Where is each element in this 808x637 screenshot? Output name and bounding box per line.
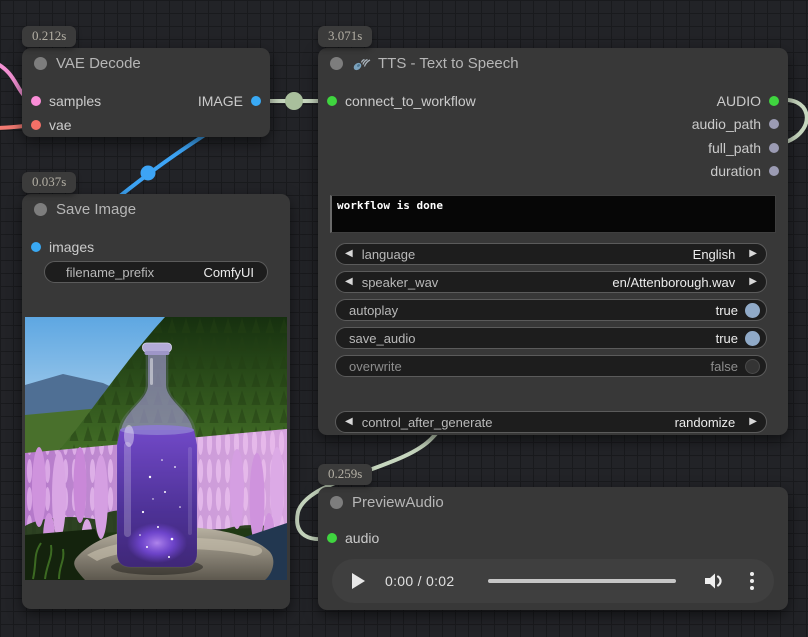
timing-badge-save-image: 0.037s	[22, 172, 76, 193]
playback-time: 0:00 / 0:02	[385, 573, 454, 589]
slot-label: samples	[49, 93, 101, 109]
node-title: PreviewAudio	[352, 494, 444, 511]
node-header: PreviewAudio	[318, 487, 788, 517]
output-slot-duration: duration	[710, 161, 779, 181]
widget-language[interactable]: ◀ language English ▶	[335, 243, 767, 265]
widget-label: filename_prefix	[66, 265, 154, 280]
player-menu-button[interactable]	[750, 572, 754, 590]
widget-label: speaker_wav	[362, 275, 439, 290]
port-images[interactable]	[31, 242, 41, 252]
widget-label: control_after_generate	[362, 415, 493, 430]
seek-bar[interactable]	[488, 579, 676, 583]
tts-status-textarea[interactable]: workflow is done	[330, 195, 776, 233]
node-title: VAE Decode	[56, 55, 141, 72]
collapse-toggle[interactable]	[34, 57, 47, 70]
slot-label: duration	[710, 163, 761, 179]
menu-dot	[750, 586, 754, 590]
widget-value: English	[693, 247, 736, 262]
widget-control-after-generate[interactable]: ◀ control_after_generate randomize ▶	[335, 411, 767, 433]
port-full-path-out[interactable]	[769, 143, 779, 153]
widget-value: randomize	[675, 415, 736, 430]
widget-value: true	[716, 331, 738, 346]
toggle-indicator[interactable]	[745, 359, 760, 374]
widget-overwrite[interactable]: overwrite false	[335, 355, 767, 377]
node-header: TTS - Text to Speech	[318, 48, 788, 78]
timing-badge-preview-audio: 0.259s	[318, 464, 372, 485]
widget-autoplay[interactable]: autoplay true	[335, 299, 767, 321]
combo-left-arrow-icon[interactable]: ◀	[345, 417, 353, 427]
timing-badge-vae-decode: 0.212s	[22, 26, 76, 47]
port-connect-to-workflow[interactable]	[327, 96, 337, 106]
collapse-toggle[interactable]	[330, 496, 343, 509]
slot-label: images	[49, 239, 94, 255]
node-title: TTS - Text to Speech	[378, 55, 519, 72]
node-title: Save Image	[56, 201, 136, 218]
timing-badge-tts: 3.071s	[318, 26, 372, 47]
volume-button[interactable]	[702, 571, 726, 591]
collapse-toggle[interactable]	[34, 203, 47, 216]
reroute-dot-sage[interactable]	[285, 92, 303, 110]
node-header: Save Image	[22, 194, 290, 224]
menu-dot	[750, 579, 754, 583]
port-audio-out[interactable]	[769, 96, 779, 106]
combo-left-arrow-icon[interactable]: ◀	[345, 277, 353, 287]
combo-right-arrow-icon[interactable]: ▶	[749, 277, 757, 287]
port-vae[interactable]	[31, 120, 41, 130]
audio-player: 0:00 / 0:02	[332, 559, 774, 603]
node-vae-decode[interactable]: VAE Decode samples vae IMAGE	[22, 48, 270, 137]
slot-label: connect_to_workflow	[345, 93, 476, 109]
generated-image-preview	[25, 317, 287, 580]
slot-label: vae	[49, 117, 72, 133]
node-header: VAE Decode	[22, 48, 270, 78]
combo-right-arrow-icon[interactable]: ▶	[749, 249, 757, 259]
widget-label: save_audio	[349, 331, 416, 346]
widget-value: false	[711, 359, 738, 374]
input-slot-images: images	[31, 237, 94, 257]
input-slot-samples: samples	[31, 91, 101, 111]
output-slot-full-path: full_path	[708, 138, 779, 158]
toggle-indicator[interactable]	[745, 303, 760, 318]
menu-dot	[750, 572, 754, 576]
widget-value: true	[716, 303, 738, 318]
port-audio[interactable]	[327, 533, 337, 543]
play-button[interactable]	[352, 573, 365, 589]
widget-label: language	[362, 247, 416, 262]
slot-label: IMAGE	[198, 93, 243, 109]
slot-label: audio	[345, 530, 379, 546]
port-duration-out[interactable]	[769, 166, 779, 176]
node-graph-canvas[interactable]: 0.212s 3.071s 0.037s 0.259s VAE Decode s…	[0, 0, 808, 637]
node-save-image[interactable]: Save Image images filename_prefix ComfyU…	[22, 194, 290, 609]
volume-icon	[702, 571, 726, 591]
output-slot-image: IMAGE	[198, 91, 261, 111]
output-slot-audio: AUDIO	[717, 91, 779, 111]
port-image-out[interactable]	[251, 96, 261, 106]
widget-save-audio[interactable]: save_audio true	[335, 327, 767, 349]
node-preview-audio[interactable]: PreviewAudio audio 0:00 / 0:02	[318, 487, 788, 610]
node-tts[interactable]: TTS - Text to Speech connect_to_workflow…	[318, 48, 788, 435]
widget-label: overwrite	[349, 359, 402, 374]
port-samples[interactable]	[31, 96, 41, 106]
speaker-waves-icon	[352, 55, 371, 72]
collapse-toggle[interactable]	[330, 57, 343, 70]
reroute-dot-blue[interactable]	[141, 166, 156, 181]
slot-label: AUDIO	[717, 93, 761, 109]
input-slot-connect-to-workflow: connect_to_workflow	[327, 91, 476, 111]
input-slot-audio: audio	[327, 528, 379, 548]
widget-label: autoplay	[349, 303, 398, 318]
combo-right-arrow-icon[interactable]: ▶	[749, 417, 757, 427]
slot-label: full_path	[708, 140, 761, 156]
widget-speaker-wav[interactable]: ◀ speaker_wav en/Attenborough.wav ▶	[335, 271, 767, 293]
widget-value: en/Attenborough.wav	[612, 275, 735, 290]
port-audio-path-out[interactable]	[769, 119, 779, 129]
toggle-indicator[interactable]	[745, 331, 760, 346]
slot-label: audio_path	[692, 116, 761, 132]
output-slot-audio-path: audio_path	[692, 114, 779, 134]
input-slot-vae: vae	[31, 115, 72, 135]
combo-left-arrow-icon[interactable]: ◀	[345, 249, 353, 259]
widget-filename-prefix[interactable]: filename_prefix ComfyUI	[44, 261, 268, 283]
widget-value: ComfyUI	[203, 265, 254, 280]
